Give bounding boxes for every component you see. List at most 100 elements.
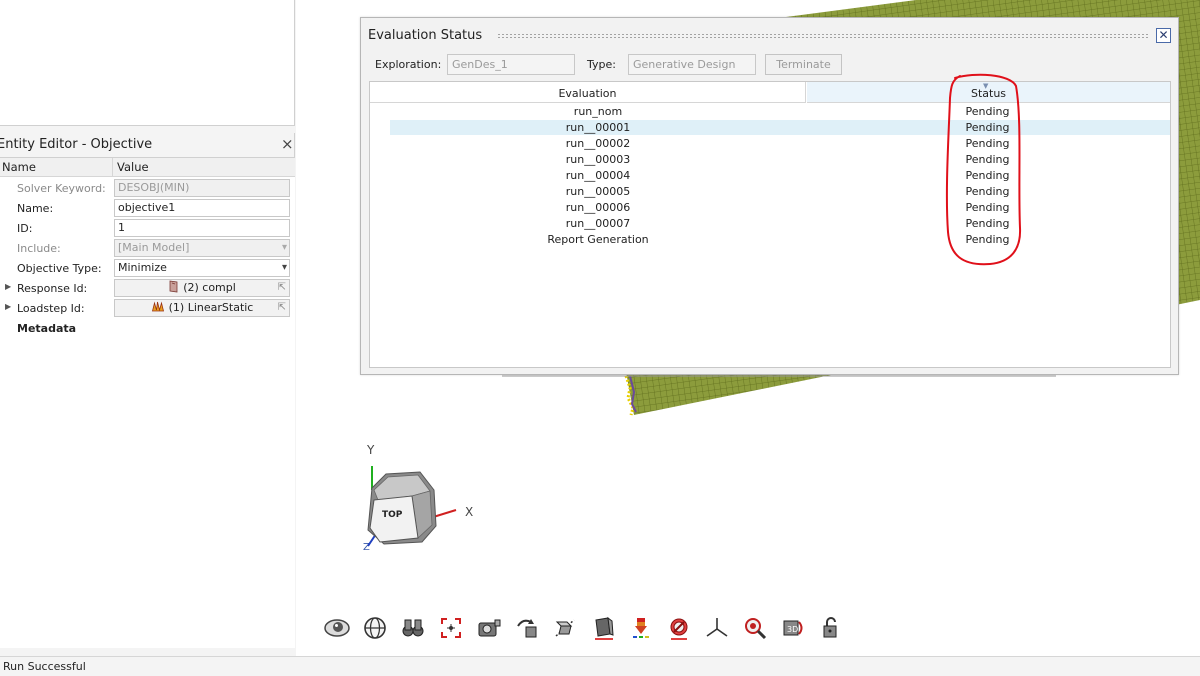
loadstep-id-label: Loadstep Id: [17, 302, 85, 315]
evaluation-cell: run__00003 [565, 153, 631, 166]
binoculars-icon[interactable] [399, 614, 427, 642]
shaded-view-icon[interactable] [589, 614, 617, 642]
table-row[interactable]: run__00002 Pending [370, 136, 1170, 152]
globe-icon[interactable] [361, 614, 389, 642]
focus-target-icon[interactable] [437, 614, 465, 642]
name-field[interactable]: objective1 [114, 199, 290, 217]
objective-type-label: Objective Type: [17, 262, 102, 275]
response-id-value: (2) compl [183, 281, 236, 294]
objective-type-value: Minimize [118, 261, 167, 274]
name-label: Name: [17, 202, 54, 215]
visualization-eye-icon[interactable] [323, 614, 351, 642]
loadstep-id-selector[interactable]: (1) LinearStatic ⇱ [114, 299, 290, 317]
dialog-drag-handle[interactable] [497, 33, 1149, 39]
response-id-label: Response Id: [17, 282, 88, 295]
status-message: Run Successful [3, 660, 86, 673]
chevron-down-icon: ▾ [281, 242, 287, 253]
loadstep-icon [151, 301, 164, 312]
entity-editor-panel: Entity Editor - Objective × Name Value S… [0, 133, 295, 648]
property-section-metadata[interactable]: Metadata [0, 318, 295, 338]
triad-icon[interactable] [703, 614, 731, 642]
property-row-include: Include: [Main Model] ▾ [0, 238, 295, 258]
chevron-down-icon[interactable]: ▾ [282, 260, 287, 276]
cube-face-label: TOP [382, 510, 403, 520]
close-icon[interactable]: × [281, 135, 294, 153]
property-row-id: ID: 1 [0, 218, 295, 238]
status-cell: Pending [965, 201, 1010, 214]
property-row-name: Name: objective1 [0, 198, 295, 218]
color-legend-icon[interactable] [627, 614, 655, 642]
evaluation-status-dialog: Evaluation Status ✕ Exploration: GenDes_… [360, 17, 1179, 375]
select-pointer-icon[interactable]: ⇱ [278, 280, 286, 296]
camera-icon[interactable] [475, 614, 503, 642]
exploration-field: GenDes_1 [447, 54, 575, 75]
view-3d-icon[interactable]: 3D [779, 614, 807, 642]
table-row[interactable]: run__00007 Pending [370, 216, 1170, 232]
zoom-icon[interactable] [741, 614, 769, 642]
metadata-label: Metadata [17, 322, 77, 335]
evaluation-cell: Report Generation [547, 233, 649, 246]
table-row-selected[interactable]: run__00001 Pending [370, 120, 1170, 136]
response-id-selector[interactable]: (2) compl ⇱ [114, 279, 290, 297]
sort-arrow-icon: ▼ [983, 82, 989, 90]
axis-x-label: X [465, 505, 473, 519]
status-cell: Pending [965, 185, 1010, 198]
evaluation-cell: run__00002 [565, 137, 631, 150]
property-table: Name Value Solver Keyword: DESOBJ(MIN) N… [0, 157, 295, 648]
id-field[interactable]: 1 [114, 219, 290, 237]
evaluation-cell: run__00004 [565, 169, 631, 182]
property-row-response-id: ▶ Response Id: (2) compl ⇱ [0, 278, 295, 298]
property-row-loadstep-id: ▶ Loadstep Id: (1) LinearStatic ⇱ [0, 298, 295, 318]
include-select: [Main Model] ▾ [114, 239, 290, 257]
svg-text:3D: 3D [787, 625, 798, 634]
expand-arrow-icon[interactable]: ▶ [5, 302, 11, 311]
column-header-value[interactable]: Value [113, 158, 295, 177]
column-header-name[interactable]: Name [0, 158, 113, 177]
table-row[interactable]: Report Generation Pending [370, 232, 1170, 248]
table-row[interactable]: run_nom Pending [370, 104, 1170, 120]
include-label: Include: [17, 242, 61, 255]
table-row[interactable]: run__00003 Pending [370, 152, 1170, 168]
loadstep-id-value: (1) LinearStatic [168, 301, 254, 314]
column-header-status[interactable]: ▼ Status [807, 82, 1170, 103]
table-row[interactable]: run__00006 Pending [370, 200, 1170, 216]
axis-y-label: Y [366, 443, 375, 457]
response-icon [169, 280, 178, 293]
section-cut-icon[interactable] [551, 614, 579, 642]
property-row-objective-type: Objective Type: Minimize ▾ [0, 258, 295, 278]
status-cell: Pending [965, 153, 1010, 166]
status-cell: Pending [965, 233, 1010, 246]
rotate-view-icon[interactable] [513, 614, 541, 642]
evaluation-cell: run__00006 [565, 201, 631, 214]
status-cell: Pending [965, 121, 1010, 134]
status-bar: Run Successful [0, 656, 1200, 676]
type-field: Generative Design [628, 54, 756, 75]
objective-type-select[interactable]: Minimize ▾ [114, 259, 290, 277]
lock-icon[interactable] [817, 614, 845, 642]
no-entity-icon[interactable] [665, 614, 693, 642]
evaluation-cell: run__00007 [565, 217, 631, 230]
terminate-button[interactable]: Terminate [765, 54, 842, 75]
id-label: ID: [17, 222, 33, 235]
evaluation-cell: run__00005 [565, 185, 631, 198]
status-cell: Pending [965, 137, 1010, 150]
type-label: Type: [587, 58, 616, 71]
close-icon[interactable]: ✕ [1156, 28, 1171, 43]
view-toolbar: 3D [323, 614, 853, 642]
expand-arrow-icon[interactable]: ▶ [5, 282, 11, 291]
evaluation-cell: run__00001 [565, 121, 631, 134]
table-row[interactable]: run__00005 Pending [370, 184, 1170, 200]
solver-keyword-field: DESOBJ(MIN) [114, 179, 290, 197]
evaluation-table: Evaluation ▼ Status run_nom Pending run_… [369, 81, 1171, 368]
view-cube[interactable]: Y X Z TOP [330, 430, 480, 555]
column-header-status-label: Status [970, 87, 1007, 100]
cube-body[interactable]: TOP [367, 471, 437, 545]
status-cell: Pending [965, 217, 1010, 230]
dialog-title: Evaluation Status [368, 28, 483, 43]
evaluation-cell: run_nom [573, 105, 623, 118]
include-select-value: [Main Model] [118, 241, 190, 254]
column-header-evaluation[interactable]: Evaluation [370, 82, 806, 103]
property-row-solver-keyword: Solver Keyword: DESOBJ(MIN) [0, 178, 295, 198]
select-pointer-icon[interactable]: ⇱ [278, 300, 286, 316]
table-row[interactable]: run__00004 Pending [370, 168, 1170, 184]
